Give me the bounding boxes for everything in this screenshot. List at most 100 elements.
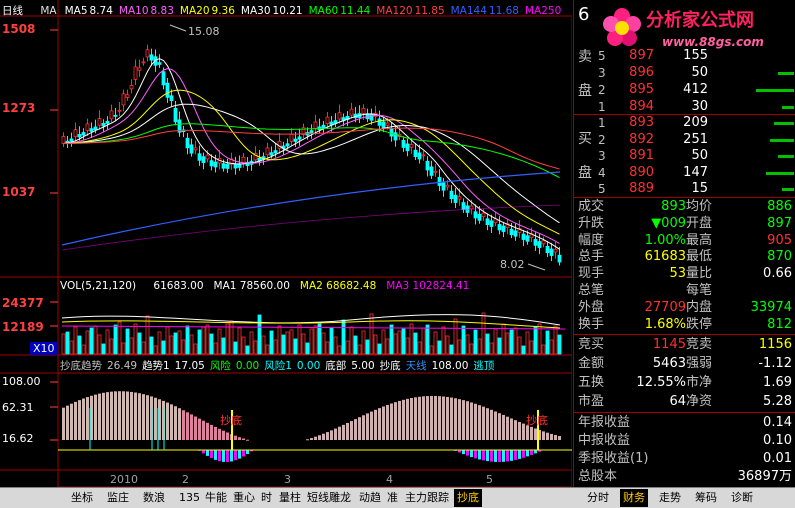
ma-value-5: 11.44 <box>340 5 371 17</box>
x-axis-label: 2 <box>182 473 189 486</box>
report-label: 年报收益 <box>578 415 631 430</box>
ma-label-8: MA250 <box>524 5 562 17</box>
bottom-tab-3[interactable]: 135 <box>176 489 203 507</box>
indicator-title-10: 抄底 <box>379 360 401 372</box>
chart-canvas[interactable]: 15.088.02抄底 抄底2010 2 3 4 5 <box>0 0 572 487</box>
bottom-tab-1[interactable]: 监庄 <box>104 489 132 507</box>
stat-row: 外盘 27709 内盘 33974 <box>574 300 795 316</box>
buy-level-row[interactable]: 4 890 147 <box>574 165 795 181</box>
stat-value: 5463 <box>652 356 686 371</box>
stat-value: 893 <box>661 199 686 214</box>
ma-value-4: 10.21 <box>272 5 303 17</box>
stat-label: 跌停 <box>686 316 713 332</box>
x-axis-label: 2010 <box>110 473 138 486</box>
level-index: 1 <box>598 100 606 114</box>
bottom-tab-11[interactable]: 主力跟踪 <box>402 489 452 507</box>
bottom-tab-5[interactable]: 重心 <box>230 489 258 507</box>
level-volume: 15 <box>691 181 708 196</box>
level-price: 892 <box>629 131 654 147</box>
price-axis-high: 1508 <box>2 22 36 36</box>
bottom-tab-6[interactable]: 时 <box>258 489 275 507</box>
buy-level-row[interactable]: 3 891 50 <box>574 148 795 164</box>
bottom-tab-8[interactable]: 短线雕龙 <box>304 489 354 507</box>
level-price: 897 <box>629 48 654 63</box>
buy-level-row[interactable]: 2 892 251 <box>574 132 795 148</box>
stat-label: 换手 <box>578 316 605 332</box>
stat-label: 量比 <box>686 266 713 282</box>
stat-label: 幅度 <box>578 232 605 248</box>
report-label: 总股本 <box>578 469 618 484</box>
x-axis-label: 5 <box>486 473 493 486</box>
level-volume: 50 <box>691 65 708 80</box>
stat-row: 幅度 1.00% 最高 905 <box>574 233 795 249</box>
stat-value: 1156 <box>758 337 792 352</box>
level-price: 891 <box>629 148 654 163</box>
right-tab-3[interactable]: 筹码 <box>692 489 720 507</box>
indicator-axis-mid: 62.31 <box>2 401 34 414</box>
right-tab-0[interactable]: 分时 <box>584 489 612 507</box>
level-index: 5 <box>598 49 606 63</box>
level-index: 1 <box>598 116 606 130</box>
stat-label: 市盈 <box>578 394 605 409</box>
stat-label: 升跌 <box>578 215 605 231</box>
stat-value: ▼009 <box>651 215 686 231</box>
bottom-tab-4[interactable]: 牛能 <box>202 489 230 507</box>
ma-items: MA MA5 8.74 MA10 8.83 MA20 9.36 MA30 10.21 MA60 11… <box>40 5 569 17</box>
stat-value: 870 <box>767 249 792 265</box>
stat-value: 886 <box>767 199 792 214</box>
bottom-tab-10[interactable]: 准 <box>384 489 401 507</box>
stat-label: 强弱 <box>686 356 713 371</box>
indicator-title-2: 趋势1 <box>142 360 170 372</box>
bottom-tab-12[interactable]: 抄底 <box>454 489 482 507</box>
buy-level-row[interactable]: 1 893 209 <box>574 115 795 131</box>
indicator-title-9: 5.00 <box>351 360 375 372</box>
level-price: 894 <box>629 99 654 114</box>
report-value: 36897万 <box>737 469 792 484</box>
sell-level-row[interactable]: 5 897 155 <box>574 48 795 64</box>
right-tab-4[interactable]: 诊断 <box>728 489 756 507</box>
right-tab-1[interactable]: 财务 <box>620 489 648 507</box>
level-index: 3 <box>598 149 606 163</box>
stat-label: 外盘 <box>578 299 605 315</box>
report-row: 季报收益(1) 0.01 <box>574 451 795 467</box>
volume-axis-high: 24377 <box>2 296 44 310</box>
stat-value: 53 <box>669 266 686 282</box>
sell-level-row[interactable]: 1 894 30 <box>574 99 795 115</box>
stat-value: 812 <box>767 316 792 332</box>
bottom-tab-0[interactable]: 坐标 <box>68 489 96 507</box>
stat-label: 净资 <box>686 394 713 409</box>
sell-level-row[interactable]: 3 896 50 <box>574 65 795 81</box>
report-label: 季报收益(1) <box>578 451 649 466</box>
buy-level-row[interactable]: 5 889 15 <box>574 181 795 197</box>
stat-value: -1.12 <box>758 356 792 371</box>
volume-bar <box>778 155 794 158</box>
right-tab-2[interactable]: 走势 <box>656 489 684 507</box>
stat-value: 897 <box>767 215 792 231</box>
kline-chart-area[interactable]: 15.08 8.02 抄底 抄底 2010 2 3 4 5 日线 MA MA5 8.74 MA10 8.… <box>0 0 572 507</box>
stat-row: 总手 61683 最低 870 <box>574 249 795 265</box>
bottom-tab-7[interactable]: 量柱 <box>276 489 304 507</box>
indicator-title-13: 逃顶 <box>473 360 495 372</box>
level-index: 2 <box>598 83 606 97</box>
report-value: 0.14 <box>763 415 792 430</box>
stat-value: 1145 <box>652 337 686 352</box>
ma-value-2: 8.83 <box>150 5 174 17</box>
level-volume: 251 <box>683 131 708 147</box>
stat-label: 最高 <box>686 232 713 248</box>
ma-label-7: MA144 <box>450 5 487 17</box>
stat-label: 最低 <box>686 249 713 265</box>
sell-level-row[interactable]: 2 895 412 <box>574 82 795 98</box>
stock-code-prefix: 6 <box>578 4 590 25</box>
indicator-title-11: 天线 <box>405 360 427 372</box>
ma-label-1: MA5 <box>64 5 88 17</box>
ma-label-3: MA20 <box>179 5 210 17</box>
bottom-tab-9[interactable]: 动趋 <box>356 489 384 507</box>
level-volume: 209 <box>683 115 708 130</box>
ma-label-2: MA10 <box>118 5 149 17</box>
high-price-annotation: 15.08 <box>188 25 220 38</box>
volume-bar <box>756 89 794 92</box>
volume-bar <box>770 138 794 142</box>
bottom-tab-2[interactable]: 数浪 <box>140 489 168 507</box>
stat-row: 竞买 1145 竞卖 1156 <box>574 337 795 353</box>
indicator-title-3: 17.05 <box>174 360 205 372</box>
